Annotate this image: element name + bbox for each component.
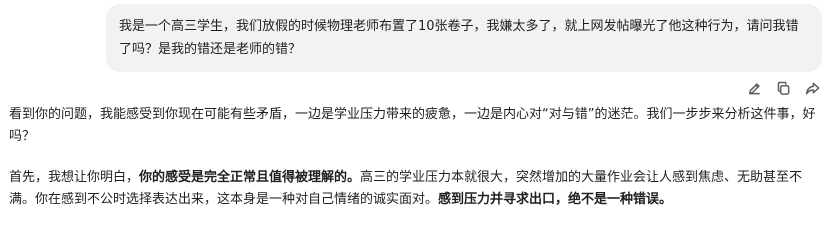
share-icon[interactable] bbox=[804, 80, 820, 96]
user-message-text: 我是一个高三学生，我们放假的时候物理老师布置了10张卷子，我嫌太多了，就上网发帖… bbox=[119, 19, 799, 57]
edit-icon[interactable] bbox=[746, 80, 762, 96]
reply-bold-text: 感到压力并寻求出口，绝不是一种错误。 bbox=[438, 191, 673, 207]
reply-paragraph: 首先，我想让你明白，你的感受是完全正常且值得被理解的。高三的学业压力本就很大，突… bbox=[9, 167, 819, 210]
copy-icon[interactable] bbox=[775, 80, 791, 96]
reply-paragraph: 看到你的问题，我能感受到你现在可能有些矛盾，一边是学业压力带来的疲惫，一边是内心… bbox=[9, 107, 816, 144]
message-actions bbox=[746, 80, 820, 96]
reply-bold-text: 你的感受是完全正常且值得被理解的。 bbox=[139, 170, 361, 185]
reply-text: 首先，我想让你明白， bbox=[9, 170, 140, 185]
user-message-bubble: 我是一个高三学生，我们放假的时候物理老师布置了10张卷子，我嫌太多了，就上网发帖… bbox=[106, 4, 822, 72]
